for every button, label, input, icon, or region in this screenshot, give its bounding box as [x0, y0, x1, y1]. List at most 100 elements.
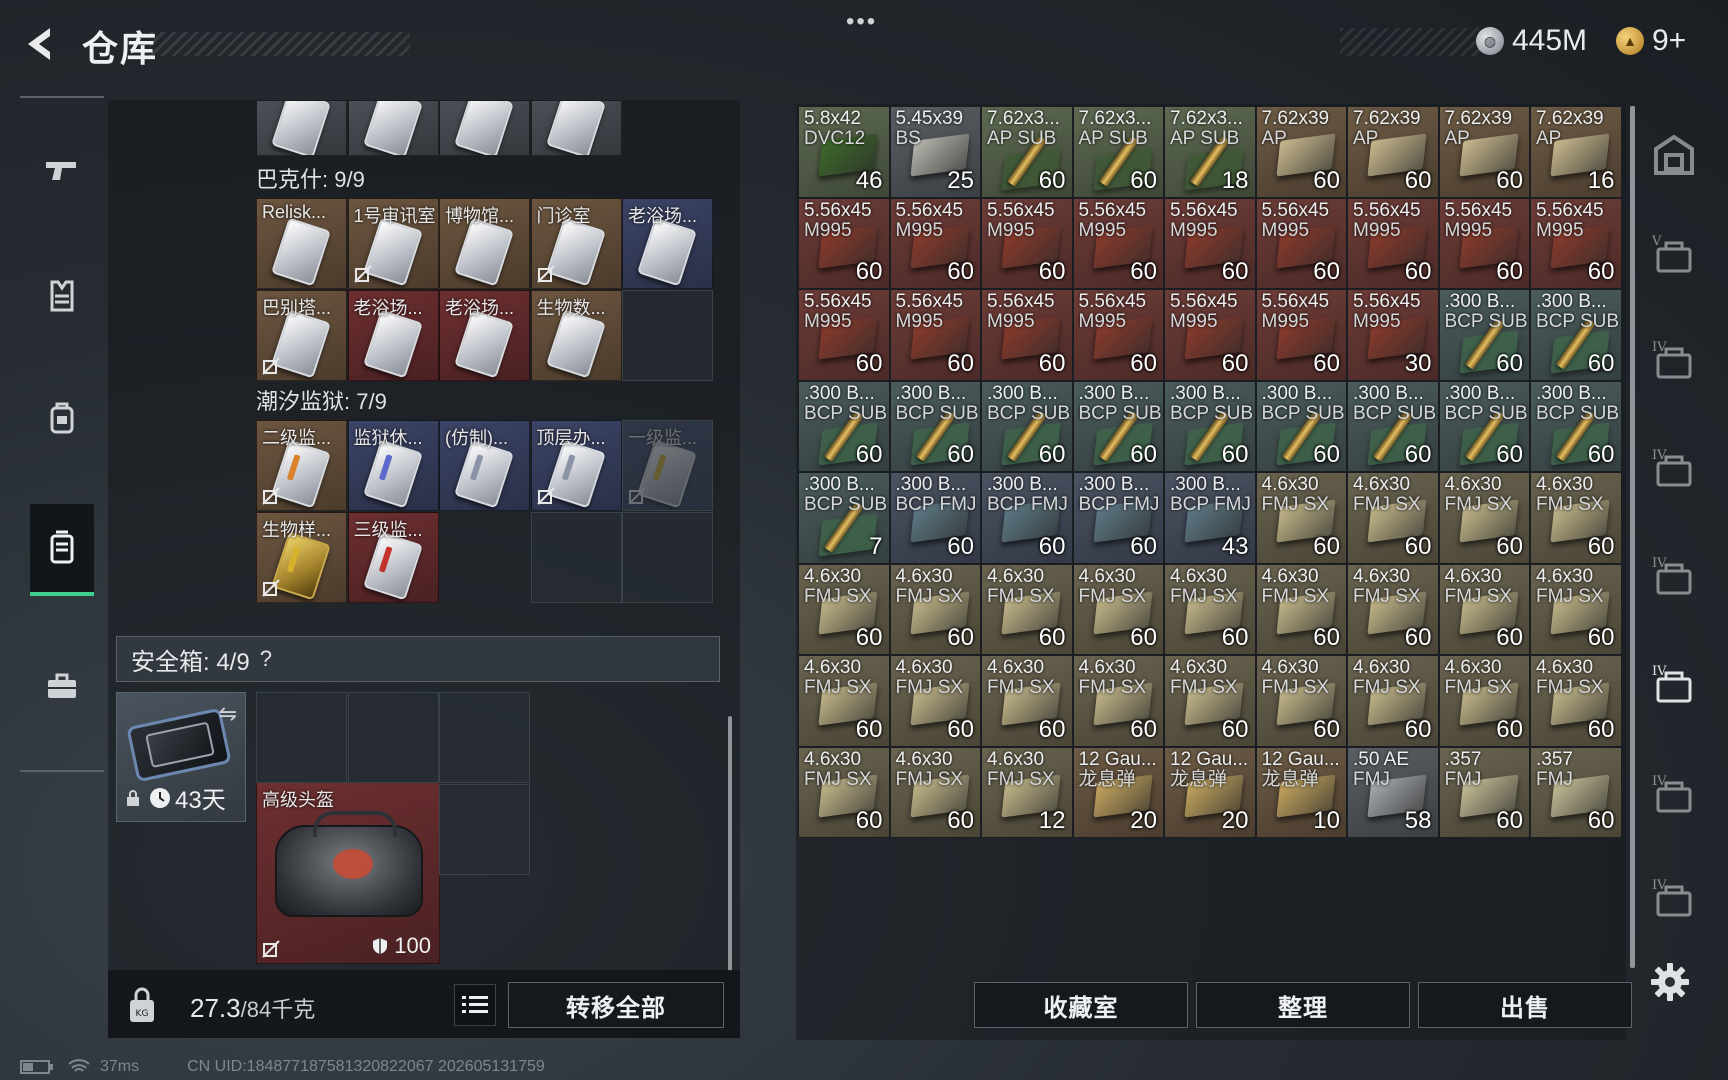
ammo-item[interactable]: 5.56x45 M995 60	[1164, 197, 1256, 289]
ammo-item[interactable]: 7.62x39 AP 60	[1438, 106, 1530, 198]
transfer-all-button[interactable]: 转移全部	[508, 982, 724, 1028]
tab-iv-5[interactable]: IV	[1644, 760, 1704, 830]
keycard-slot[interactable]: 生物数...	[530, 289, 622, 381]
empty-slot[interactable]	[622, 511, 713, 603]
keycard-slot[interactable]: 门诊室	[530, 198, 622, 289]
ammo-item[interactable]: 4.6x30 FMJ SX 60	[1530, 472, 1622, 564]
all-tab[interactable]	[1644, 120, 1704, 190]
empty-slot[interactable]	[530, 511, 622, 603]
nav-weapon[interactable]	[30, 124, 94, 216]
ammo-item[interactable]: .300 B... BCP SUB 60	[981, 380, 1073, 472]
ammo-item[interactable]: 4.6x30 FMJ SX 60	[1255, 655, 1347, 747]
ammo-item[interactable]: 4.6x30 FMJ SX 60	[1255, 563, 1347, 655]
help-icon[interactable]: ?	[260, 646, 272, 672]
ammo-item[interactable]: 4.6x30 FMJ SX 60	[1164, 563, 1256, 655]
more-menu-icon[interactable]: •••	[846, 8, 877, 36]
ammo-item[interactable]: 4.6x30 FMJ SX 60	[981, 563, 1073, 655]
keycard-slot[interactable]: 二级监...	[256, 420, 347, 511]
ammo-item[interactable]: 7.62x39 AP 16	[1530, 106, 1622, 198]
ammo-item[interactable]: 4.6x30 FMJ SX 12	[981, 746, 1073, 838]
keycard-slot[interactable]: 老浴场...	[622, 198, 713, 289]
ammo-item[interactable]: .300 B... BCP SUB 60	[889, 380, 981, 472]
ammo-item[interactable]: 5.56x45 M995 60	[798, 289, 890, 381]
ammo-item[interactable]: .300 B... BCP FMJ 60	[1072, 472, 1164, 564]
ammo-item[interactable]: .300 B... BCP FMJ 60	[889, 472, 981, 564]
gold-currency[interactable]: ▲ 9+	[1616, 24, 1686, 58]
swap-icon[interactable]: ⇋	[219, 701, 237, 727]
ammo-item[interactable]: 5.56x45 M995 60	[981, 197, 1073, 289]
tab-iv-3[interactable]: IV	[1644, 542, 1704, 612]
ammo-item[interactable]: .300 B... BCP SUB 60	[1438, 380, 1530, 472]
ammo-item[interactable]: 4.6x30 FMJ SX 60	[889, 655, 981, 747]
keycard-slot[interactable]: Relisk...	[256, 198, 347, 289]
tab-v[interactable]: V	[1644, 220, 1704, 290]
ammo-item[interactable]: 5.56x45 M995 60	[1255, 197, 1347, 289]
ammo-item[interactable]: 4.6x30 FMJ SX 60	[798, 746, 890, 838]
ammo-item[interactable]: 7.62x3... AP SUB 18	[1164, 106, 1256, 198]
nav-container[interactable]	[30, 504, 94, 596]
keycard-slot[interactable]: 老浴场...	[439, 289, 530, 381]
inventory-scrollbar[interactable]	[728, 716, 732, 972]
keycard-slot[interactable]: 老浴场...	[347, 289, 439, 381]
empty-slot[interactable]	[622, 420, 713, 511]
ammo-item[interactable]: .300 B... BCP SUB 60	[1347, 380, 1439, 472]
ammo-item[interactable]: 4.6x30 FMJ SX 60	[1347, 472, 1439, 564]
ammo-item[interactable]: .357 FMJ 60	[1530, 746, 1622, 838]
ammo-item[interactable]: 4.6x30 FMJ SX 60	[1347, 563, 1439, 655]
ammo-item[interactable]: 4.6x30 FMJ SX 60	[981, 655, 1073, 747]
collection-room-button[interactable]: 收藏室	[974, 982, 1188, 1028]
ammo-item[interactable]: 5.8x42 DVC12 46	[798, 106, 890, 198]
keycard-slot[interactable]	[439, 100, 530, 156]
ammo-item[interactable]: 5.45x39 BS 25	[889, 106, 981, 198]
nav-toolbox[interactable]	[30, 640, 94, 732]
ammo-item[interactable]: 4.6x30 FMJ SX 60	[1164, 655, 1256, 747]
tab-iv-4[interactable]: IV	[1644, 650, 1704, 720]
ammo-item[interactable]: .300 B... BCP SUB 60	[798, 380, 890, 472]
keycard-slot[interactable]	[347, 100, 439, 156]
ammo-item[interactable]: 5.56x45 M995 60	[798, 197, 890, 289]
ammo-item[interactable]: .300 B... BCP SUB 60	[1438, 289, 1530, 381]
safe-box-empty-slot[interactable]	[439, 692, 530, 783]
ammo-item[interactable]: .50 AE FMJ 58	[1347, 746, 1439, 838]
safe-box-empty-slot[interactable]	[256, 692, 347, 783]
ammo-item[interactable]: .300 B... BCP SUB 60	[1164, 380, 1256, 472]
keycard-slot[interactable]: 三级监...	[347, 511, 439, 603]
silver-currency[interactable]: ◍ 445M	[1476, 24, 1587, 58]
ammo-item[interactable]: 4.6x30 FMJ SX 60	[889, 563, 981, 655]
keycard-slot[interactable]: 1号审讯室	[347, 198, 439, 289]
ammo-item[interactable]: 12 Gau... 龙息弹 20	[1164, 746, 1256, 838]
ammo-item[interactable]: .300 B... BCP FMJ 60	[981, 472, 1073, 564]
safe-box-empty-slot[interactable]	[439, 783, 530, 875]
safe-box-slot[interactable]: ⇋ 43天	[116, 692, 246, 822]
ammo-item[interactable]: .300 B... BCP SUB 60	[1530, 289, 1622, 381]
stash-scrollbar[interactable]	[1630, 106, 1635, 968]
keycard-slot[interactable]: 顶层办...	[530, 420, 622, 511]
back-arrow-icon[interactable]	[20, 24, 56, 64]
ammo-item[interactable]: 4.6x30 FMJ SX 60	[1347, 655, 1439, 747]
ammo-item[interactable]: 5.56x45 M995 60	[1164, 289, 1256, 381]
ammo-item[interactable]: 4.6x30 FMJ SX 60	[1438, 563, 1530, 655]
ammo-item[interactable]: 4.6x30 FMJ SX 60	[1072, 563, 1164, 655]
ammo-item[interactable]: 7.62x39 AP 60	[1347, 106, 1439, 198]
ammo-item[interactable]: 7.62x39 AP 60	[1255, 106, 1347, 198]
ammo-item[interactable]: 4.6x30 FMJ SX 60	[1438, 655, 1530, 747]
ammo-item[interactable]: 7.62x3... AP SUB 60	[981, 106, 1073, 198]
ammo-item[interactable]: 4.6x30 FMJ SX 60	[1530, 563, 1622, 655]
ammo-item[interactable]: 5.56x45 M995 60	[1072, 289, 1164, 381]
ammo-item[interactable]: .300 B... BCP SUB 60	[1530, 380, 1622, 472]
ammo-item[interactable]: 5.56x45 M995 60	[889, 289, 981, 381]
ammo-item[interactable]: 5.56x45 M995 60	[1438, 197, 1530, 289]
nav-backpack[interactable]	[30, 372, 94, 464]
organize-button[interactable]: 整理	[1196, 982, 1410, 1028]
ammo-item[interactable]: 4.6x30 FMJ SX 60	[1255, 472, 1347, 564]
ammo-item[interactable]: 4.6x30 FMJ SX 60	[1072, 655, 1164, 747]
keycard-slot[interactable]: 监狱休...	[347, 420, 439, 511]
list-view-button[interactable]	[454, 984, 496, 1026]
keycard-slot[interactable]	[530, 100, 622, 156]
keycard-slot[interactable]: 博物馆...	[439, 198, 530, 289]
tab-iv-6[interactable]: IV	[1644, 864, 1704, 934]
ammo-item[interactable]: 7.62x3... AP SUB 60	[1072, 106, 1164, 198]
safe-box-empty-slot[interactable]	[347, 692, 439, 783]
tab-iv-1[interactable]: IV	[1644, 326, 1704, 396]
ammo-item[interactable]: 4.6x30 FMJ SX 60	[798, 655, 890, 747]
